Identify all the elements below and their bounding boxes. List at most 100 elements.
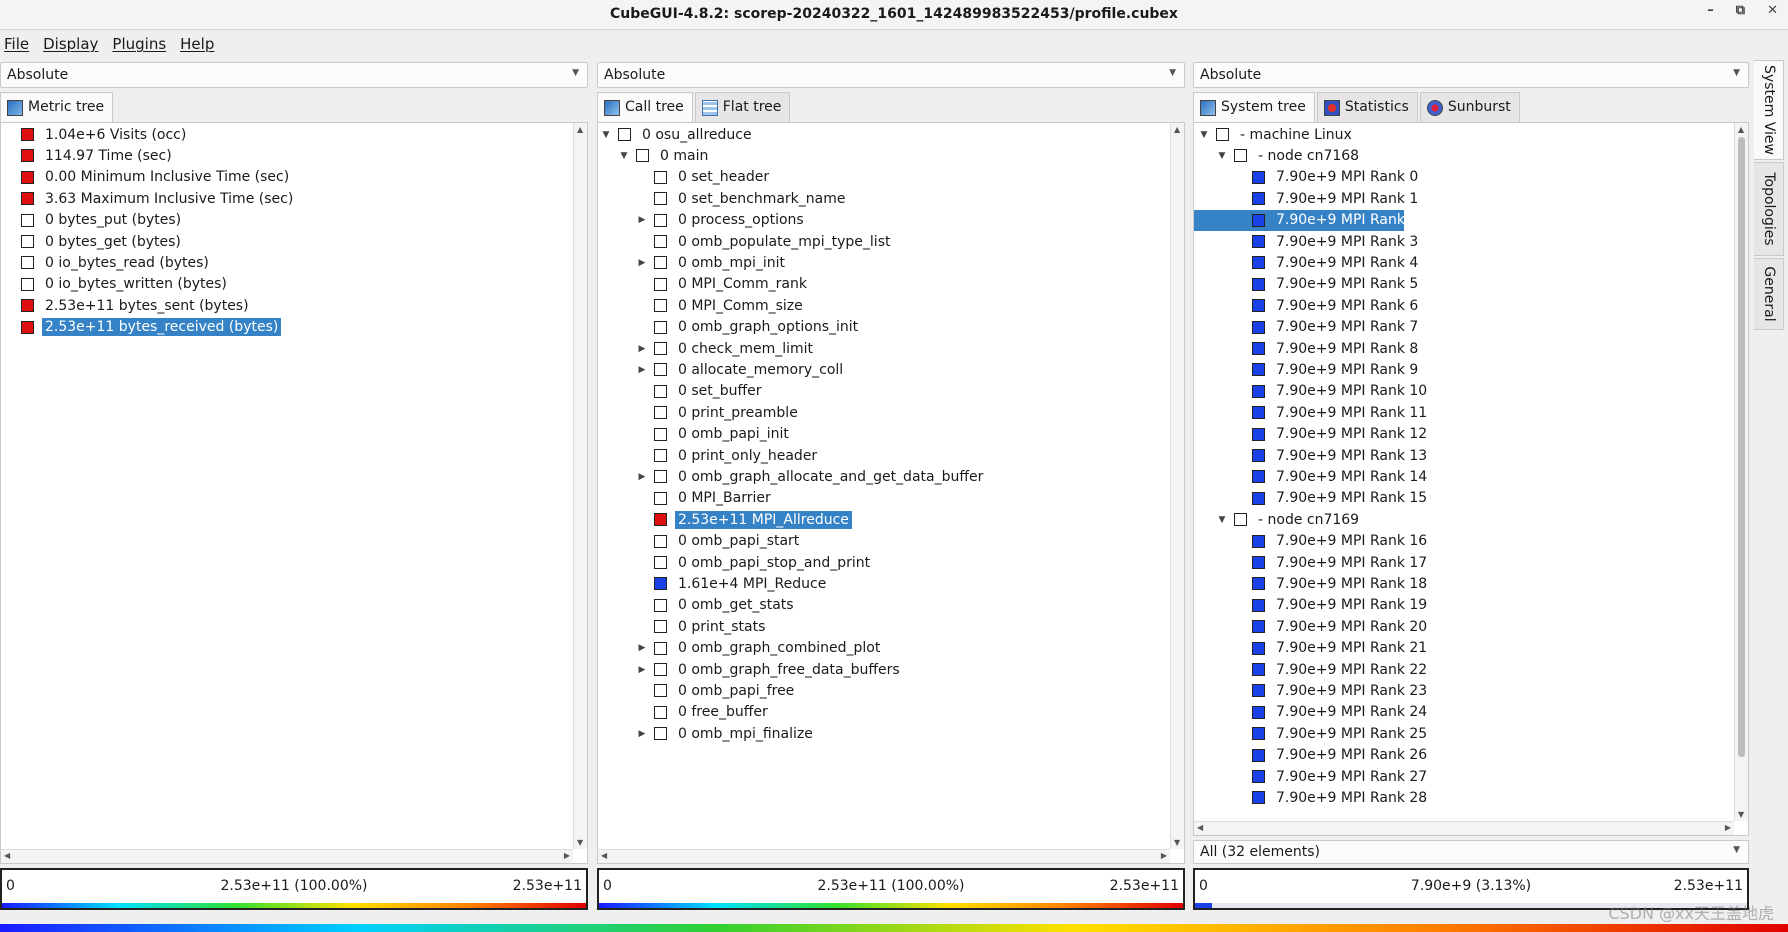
tree-row[interactable]: ▶ 0 omb_graph_free_data_buffers	[598, 659, 903, 680]
tree-row[interactable]: 0 free_buffer	[598, 702, 771, 723]
vertical-scrollbar[interactable]: ▲ ▼	[1734, 123, 1748, 821]
tree-row[interactable]: 7.90e+9 MPI Rank 0	[1194, 167, 1421, 188]
scroll-left-icon[interactable]: ◀	[601, 851, 607, 860]
tree-row[interactable]: 2.53e+11 bytes_received (bytes)	[1, 317, 282, 338]
tree-row[interactable]: 7.90e+9 MPI Rank 15	[1194, 488, 1430, 509]
restore-icon[interactable]: ⧉	[1736, 3, 1745, 18]
tree-row[interactable]: ▼ - machine Linux	[1194, 124, 1355, 145]
tree-row[interactable]: 1.04e+6 Visits (occ)	[1, 124, 189, 145]
tree-row[interactable]: 7.90e+9 MPI Rank 12	[1194, 424, 1430, 445]
tree-row[interactable]: 0.00 Minimum Inclusive Time (sec)	[1, 167, 292, 188]
tree-row[interactable]: 0 print_preamble	[598, 402, 801, 423]
tree-row[interactable]: 2.53e+11 MPI_Allreduce	[598, 509, 852, 530]
tree-row[interactable]: ▼ - node cn7168	[1194, 145, 1362, 166]
tree-row[interactable]: 7.90e+9 MPI Rank 3	[1194, 231, 1421, 252]
expand-arrow-icon[interactable]: ▶	[636, 215, 648, 225]
scroll-down-icon[interactable]: ▼	[577, 838, 583, 847]
tree-row[interactable]: 0 omb_graph_options_init	[598, 317, 861, 338]
tree-row[interactable]: 7.90e+9 MPI Rank 16	[1194, 531, 1430, 552]
scroll-right-icon[interactable]: ▶	[564, 851, 570, 860]
tab-statistics[interactable]: Statistics	[1316, 92, 1418, 122]
tree-row[interactable]: 7.90e+9 MPI Rank 9	[1194, 359, 1421, 380]
tree-row[interactable]: 7.90e+9 MPI Rank 27	[1194, 766, 1430, 787]
tree-row[interactable]: 7.90e+9 MPI Rank 28	[1194, 787, 1430, 808]
tree-row[interactable]: 7.90e+9 MPI Rank 23	[1194, 680, 1430, 701]
tree-row[interactable]: 7.90e+9 MPI Rank 6	[1194, 295, 1421, 316]
tree-row[interactable]: 0 MPI_Comm_size	[598, 295, 806, 316]
horizontal-scrollbar[interactable]: ◀ ▶	[1, 849, 573, 863]
tree-row[interactable]: 0 omb_papi_stop_and_print	[598, 552, 873, 573]
tree-row[interactable]: 0 io_bytes_written (bytes)	[1, 274, 230, 295]
tab-call-tree[interactable]: Call tree	[597, 92, 693, 122]
tree-row[interactable]: 7.90e+9 MPI Rank 13	[1194, 445, 1430, 466]
expand-arrow-icon[interactable]: ▶	[636, 365, 648, 375]
expand-arrow-icon[interactable]: ▶	[636, 258, 648, 268]
tree-row[interactable]: 7.90e+9 MPI Rank 25	[1194, 723, 1430, 744]
scroll-left-icon[interactable]: ◀	[1197, 823, 1203, 832]
tree-row[interactable]: 1.61e+4 MPI_Reduce	[598, 573, 829, 594]
tree-row[interactable]: ▼ - node cn7169	[1194, 509, 1362, 530]
scrollbar-thumb[interactable]	[1738, 137, 1745, 757]
tree-row[interactable]: 7.90e+9 MPI Rank 5	[1194, 274, 1421, 295]
tree-row[interactable]: 0 print_only_header	[598, 445, 820, 466]
tab-topologies[interactable]: Topologies	[1754, 162, 1784, 256]
scroll-down-icon[interactable]: ▼	[1174, 838, 1180, 847]
tree-row[interactable]: ▼ 0 main	[598, 145, 711, 166]
tree-row[interactable]: 7.90e+9 MPI Rank 20	[1194, 616, 1430, 637]
tab-system-view[interactable]: System View	[1754, 60, 1784, 160]
metric-tree[interactable]: 1.04e+6 Visits (occ) 114.97 Time (sec) 0.0…	[0, 122, 588, 864]
scroll-up-icon[interactable]: ▲	[577, 125, 583, 134]
tree-row[interactable]: 7.90e+9 MPI Rank 17	[1194, 552, 1430, 573]
system-tree[interactable]: ▼ - machine Linux ▼ - node cn7168 7.90e+9 MP…	[1193, 122, 1749, 836]
tree-row[interactable]: 0 set_header	[598, 167, 772, 188]
tree-row[interactable]: 7.90e+9 MPI Rank 8	[1194, 338, 1421, 359]
vertical-scrollbar[interactable]: ▲ ▼	[1170, 123, 1184, 849]
expand-arrow-icon[interactable]: ▶	[636, 472, 648, 482]
tree-row[interactable]: 7.90e+9 MPI Rank 1	[1194, 188, 1421, 209]
tree-row[interactable]: ▶ 0 omb_graph_combined_plot	[598, 638, 883, 659]
collapse-arrow-icon[interactable]: ▼	[618, 151, 630, 161]
expand-arrow-icon[interactable]: ▶	[636, 729, 648, 739]
scroll-left-icon[interactable]: ◀	[4, 851, 10, 860]
tree-row[interactable]: 0 set_benchmark_name	[598, 188, 848, 209]
tree-row[interactable]: 7.90e+9 MPI Rank 21	[1194, 638, 1430, 659]
metric-mode-select[interactable]: Absolute ▼	[0, 62, 588, 88]
collapse-arrow-icon[interactable]: ▼	[1216, 151, 1228, 161]
tree-row[interactable]: 114.97 Time (sec)	[1, 145, 175, 166]
tab-general[interactable]: General	[1754, 258, 1784, 330]
scroll-right-icon[interactable]: ▶	[1725, 823, 1731, 832]
tab-metric-tree[interactable]: Metric tree	[0, 92, 114, 122]
collapse-arrow-icon[interactable]: ▼	[600, 130, 612, 140]
tree-row[interactable]: ▶ 0 check_mem_limit	[598, 338, 816, 359]
expand-arrow-icon[interactable]: ▶	[636, 643, 648, 653]
scroll-up-icon[interactable]: ▲	[1174, 125, 1180, 134]
horizontal-scrollbar[interactable]: ◀ ▶	[1194, 821, 1734, 835]
collapse-arrow-icon[interactable]: ▼	[1198, 130, 1210, 140]
close-icon[interactable]: ✕	[1767, 3, 1778, 18]
vertical-scrollbar[interactable]: ▲ ▼	[573, 123, 587, 849]
tree-row[interactable]: ▶ 0 omb_mpi_finalize	[598, 723, 816, 744]
tree-row[interactable]: 2.53e+11 bytes_sent (bytes)	[1, 295, 252, 316]
tree-row[interactable]: 7.90e+9 MPI Rank 10	[1194, 381, 1430, 402]
scroll-down-icon[interactable]: ▼	[1738, 810, 1744, 819]
menu-plugins[interactable]: Plugins	[110, 31, 170, 59]
collapse-arrow-icon[interactable]: ▼	[1216, 515, 1228, 525]
system-selection-select[interactable]: All (32 elements) ▼	[1193, 840, 1749, 864]
call-mode-select[interactable]: Absolute ▼	[597, 62, 1185, 88]
tree-row[interactable]: 7.90e+9 MPI Rank 26	[1194, 745, 1430, 766]
tree-row[interactable]: 0 omb_papi_free	[598, 680, 797, 701]
expand-arrow-icon[interactable]: ▶	[636, 665, 648, 675]
tree-row[interactable]: 0 omb_papi_start	[598, 531, 802, 552]
tab-system-tree[interactable]: System tree	[1193, 92, 1315, 122]
tree-row[interactable]: 0 print_stats	[598, 616, 768, 637]
menu-file[interactable]: File	[2, 31, 33, 59]
tree-row[interactable]: 7.90e+9 MPI Rank 24	[1194, 702, 1430, 723]
scroll-up-icon[interactable]: ▲	[1738, 125, 1744, 134]
tree-row[interactable]: ▶ 0 omb_graph_allocate_and_get_data_buffe…	[598, 466, 986, 487]
tree-row[interactable]: 7.90e+9 MPI Rank 18	[1194, 573, 1430, 594]
tree-row[interactable]: ▶ 0 omb_mpi_init	[598, 252, 788, 273]
scroll-right-icon[interactable]: ▶	[1161, 851, 1167, 860]
tree-row[interactable]: 7.90e+9 MPI Rank 2	[1194, 209, 1418, 231]
horizontal-scrollbar[interactable]: ◀ ▶	[598, 849, 1170, 863]
tree-row[interactable]: 0 omb_papi_init	[598, 424, 792, 445]
